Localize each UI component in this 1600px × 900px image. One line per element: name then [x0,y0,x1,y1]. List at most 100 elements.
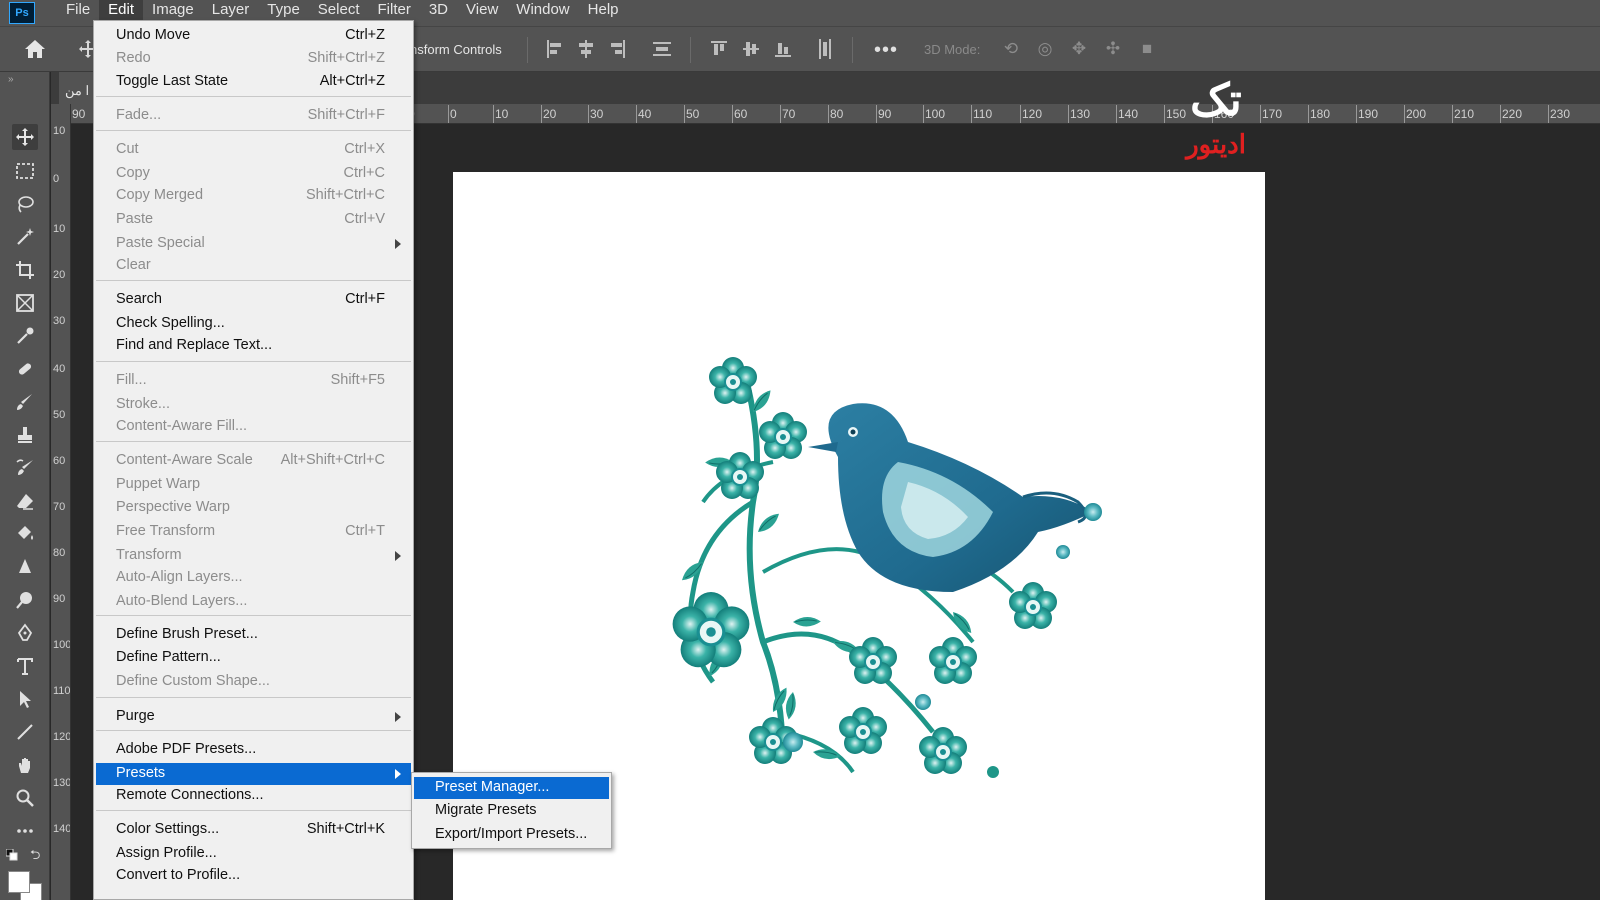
ruler-label: 190 [1358,107,1379,121]
type-tool-icon[interactable] [12,653,38,679]
menu-item-cut[interactable]: Cut Ctrl+X [96,139,411,161]
clone-stamp-tool-icon[interactable] [12,422,38,448]
photoshop-logo-icon[interactable]: Ps [9,2,35,24]
menu-item-copy[interactable]: Copy Ctrl+C [96,163,411,185]
lasso-tool-icon[interactable] [12,191,38,217]
ruler-label: 110 [973,107,993,121]
menu-item-define-custom-shape[interactable]: Define Custom Shape... [96,671,411,693]
submenu-item-migrate-presets[interactable]: Migrate Presets [414,800,609,822]
menu-item-stroke[interactable]: Stroke... [96,394,411,416]
menu-window[interactable]: Window [507,0,578,26]
collapse-panel-icon[interactable]: » [8,74,14,85]
magic-wand-tool-icon[interactable] [12,224,38,250]
drag-3d-icon[interactable]: ✥ [1068,39,1090,59]
paint-bucket-tool-icon[interactable] [12,521,38,547]
menu-view[interactable]: View [457,0,507,26]
submenu-item-export-import-presets[interactable]: Export/Import Presets... [414,824,609,846]
home-icon[interactable] [24,39,46,59]
ruler-label: 230 [1550,107,1571,121]
menu-item-undo-move[interactable]: Undo Move Ctrl+Z [96,25,411,47]
menu-item-adobe-pdf-presets[interactable]: Adobe PDF Presets... [96,739,411,761]
default-colors-icon[interactable] [5,848,18,861]
menu-item-paste-special[interactable]: Paste Special [96,233,411,255]
hand-tool-icon[interactable] [12,752,38,778]
edit-toolbar-icon[interactable] [12,818,38,844]
menu-help[interactable]: Help [579,0,628,26]
align-top-icon[interactable] [710,39,728,59]
distribute-horizontal-icon[interactable] [816,39,834,59]
submenu-item-label: Preset Manager... [435,779,550,795]
eyedropper-tool-icon[interactable] [12,323,38,349]
menu-item-toggle-last-state[interactable]: Toggle Last State Alt+Ctrl+Z [96,71,411,93]
document-tab[interactable]: ا من [59,72,95,104]
menu-item-auto-align-layers[interactable]: Auto-Align Layers... [96,567,411,589]
menu-item-color-settings[interactable]: Color Settings... Shift+Ctrl+K [96,819,411,841]
ruler-tick [1452,105,1453,123]
menu-item-clear[interactable]: Clear [96,255,411,277]
orbit-3d-icon[interactable]: ⟲ [1000,39,1022,59]
roll-3d-icon[interactable]: ◎ [1034,39,1056,59]
menu-item-remote-connections[interactable]: Remote Connections... [96,785,411,807]
marquee-tool-icon[interactable] [12,158,38,184]
ruler-label: 120 [1022,107,1043,121]
menu-item-assign-profile[interactable]: Assign Profile... [96,843,411,865]
ruler-label: 90 [72,107,86,121]
distribute-vertical-icon[interactable] [653,39,671,59]
show-transform-controls-label[interactable]: nsform Controls [410,42,502,57]
ruler-label: 10 [495,107,509,121]
slide-3d-icon[interactable]: ✣ [1102,39,1124,59]
menu-item-content-aware-scale[interactable]: Content-Aware Scale Alt+Shift+Ctrl+C [96,450,411,472]
menu-item-define-pattern[interactable]: Define Pattern... [96,647,411,669]
menu-3d[interactable]: 3D [420,0,457,26]
pen-tool-icon[interactable] [12,620,38,646]
menu-item-purge[interactable]: Purge [96,706,411,728]
align-vertical-centers-icon[interactable] [742,39,760,59]
move-tool-icon[interactable] [12,124,38,150]
menu-item-transform[interactable]: Transform [96,545,411,567]
foreground-color-swatch[interactable] [8,871,30,893]
menu-item-find-and-replace-text[interactable]: Find and Replace Text... [96,335,411,357]
menu-item-perspective-warp[interactable]: Perspective Warp [96,497,411,519]
menu-item-redo[interactable]: Redo Shift+Ctrl+Z [96,48,411,70]
menu-item-define-brush-preset[interactable]: Define Brush Preset... [96,624,411,646]
frame-tool-icon[interactable] [12,290,38,316]
healing-brush-tool-icon[interactable] [12,356,38,382]
menu-item-label: Purge [116,708,155,724]
ruler-tick [1068,105,1069,123]
zoom-tool-icon[interactable] [12,785,38,811]
menu-item-copy-merged[interactable]: Copy Merged Shift+Ctrl+C [96,185,411,207]
blur-tool-icon[interactable] [12,554,38,580]
menu-item-free-transform[interactable]: Free Transform Ctrl+T [96,521,411,543]
menu-item-auto-blend-layers[interactable]: Auto-Blend Layers... [96,591,411,613]
align-right-icon[interactable] [609,39,627,59]
brush-tool-icon[interactable] [12,389,38,415]
menu-item-convert-to-profile[interactable]: Convert to Profile... [96,865,411,887]
dodge-tool-icon[interactable] [12,587,38,613]
menu-item-check-spelling[interactable]: Check Spelling... [96,313,411,335]
ruler-tick [1116,105,1117,123]
more-options-icon[interactable]: ••• [874,39,898,62]
path-selection-tool-icon[interactable] [12,686,38,712]
align-bottom-icon[interactable] [774,39,792,59]
scale-3d-icon[interactable]: ■ [1136,39,1158,59]
menu-item-puppet-warp[interactable]: Puppet Warp [96,474,411,496]
align-horizontal-centers-icon[interactable] [577,39,595,59]
eraser-tool-icon[interactable] [12,488,38,514]
menu-item-fade[interactable]: Fade... Shift+Ctrl+F [96,105,411,127]
ruler-tick [636,105,637,123]
menu-item-content-aware-fill[interactable]: Content-Aware Fill... [96,416,411,438]
menu-item-search[interactable]: Search Ctrl+F [96,289,411,311]
ruler-tick [1020,105,1021,123]
ruler-tick [1308,105,1309,123]
line-tool-icon[interactable] [12,719,38,745]
menu-item-fill[interactable]: Fill... Shift+F5 [96,370,411,392]
menu-item-presets[interactable]: Presets [96,763,411,785]
menu-item-label: Stroke... [116,396,170,412]
crop-tool-icon[interactable] [12,257,38,283]
submenu-item-preset-manager[interactable]: Preset Manager... [414,777,609,799]
swap-colors-icon[interactable]: ⮌ [30,846,40,868]
vertical-ruler[interactable]: 10 0 10 20 30 40 50 60 70 80 90 100 110 120 130 140 [51,104,71,900]
menu-item-paste[interactable]: Paste Ctrl+V [96,209,411,231]
history-brush-tool-icon[interactable] [12,455,38,481]
align-left-icon[interactable] [545,39,563,59]
